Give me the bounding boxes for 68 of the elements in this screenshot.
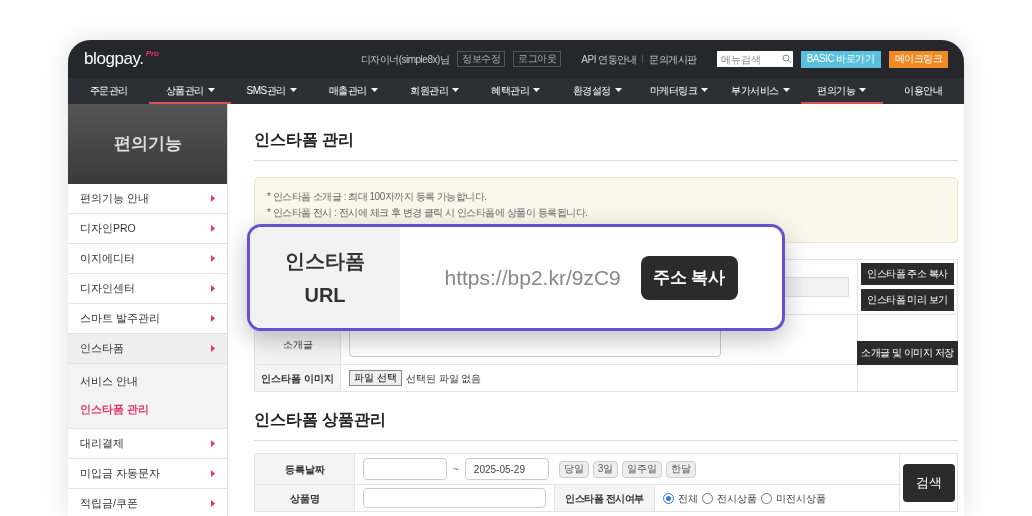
sidebar-item-label: 디자인센터 [80,280,135,296]
date-separator: ~ [453,462,459,477]
nav-tab[interactable]: 주문관리 [68,78,150,104]
sidebar-item-label: 스마트 발주관리 [80,310,160,326]
arrow-icon [211,195,215,202]
nav-tab[interactable]: 이용안내 [882,78,964,104]
sidebar-item-label: 미입금 자동문자 [80,465,160,481]
callout-label: URL [304,282,346,308]
sidebar-item-label: 적립금/쿠폰 [80,495,138,511]
nav-tab[interactable]: 혜택관리 [475,78,557,104]
nav-tab[interactable]: 매출관리 [312,78,394,104]
search-button[interactable]: 검색 [902,463,955,502]
arrow-icon [211,440,215,447]
range-button[interactable]: 3일 [592,460,619,478]
range-button[interactable]: 한달 [666,460,697,478]
submenu-item[interactable]: 서비스 안내 [68,368,227,396]
nav-tab[interactable]: 회원관리 [393,78,476,104]
nav-tab[interactable]: 부가서비스 [719,78,802,104]
sidebar-item-label: 인스타폼 [80,340,124,356]
arrow-icon [211,315,215,322]
logo-suffix: Pro [145,48,159,61]
sidebar-item[interactable]: 인스타폼 [68,334,227,364]
copy-address-button[interactable]: 주소 복사 [640,255,738,300]
submenu-item[interactable]: 인스타폼 관리 [68,396,227,424]
account-button[interactable]: 로그아웃 [513,51,562,67]
section-title: 인스타폼 관리 [254,130,356,150]
nav-tab[interactable]: SMS관리 [230,78,313,104]
radio-option[interactable]: 전체 [663,490,698,506]
notice-text: * 인스타폼 소개글 : 최대 100자까지 등록 가능합니다. [267,190,488,204]
url-text: https://bp2.kr/9zC9 [444,264,621,291]
sidebar-item-label: 편의기능 안내 [80,190,149,206]
range-button[interactable]: 당일 [558,460,589,478]
callout-label: 인스타폼 [285,248,365,274]
sidebar-item-label: 디자인PRO [80,220,136,236]
table-header-cell: 상품명 [255,485,355,511]
date-from-field[interactable] [363,458,447,480]
table-header-cell: 등록날짜 [255,454,355,484]
logo: blogpay. [84,48,144,71]
nav-tab[interactable]: 마케터링크 [638,78,720,104]
nav-tab[interactable]: 환경설정 [556,78,639,104]
file-status: 선택된 파일 없음 [405,371,482,386]
radio-option[interactable]: 미전시상품 [761,490,826,506]
account-button[interactable]: 정보수정 [457,51,506,67]
arrow-icon [211,500,215,507]
arrow-icon [211,255,215,262]
notice-text: * 인스타폼 전시 : 전시에 체크 후 변경 클릭 시 인스타폼에 상품이 등록됩니다. [267,206,589,220]
user-name: 디자이너(simple8x)님 [360,52,450,67]
table-header-cell: 인스타폼 전시여부 [555,485,655,511]
sidebar-item-label: 대리결제 [80,435,124,451]
side-button[interactable]: 인스타폼 미리 보기 [861,289,954,311]
save-button[interactable]: 소개글 및 이미지 저장 [857,341,958,365]
header-link[interactable]: 문의게시판 [649,51,697,67]
arrow-icon [211,470,215,477]
arrow-icon [211,225,215,232]
arrow-icon [211,345,215,352]
date-to-field[interactable]: 2025-05-29 [464,458,549,480]
sidebar-item-label: 이지에디터 [80,250,135,266]
header-link[interactable]: API 연동안내 [581,51,637,67]
product-name-field[interactable] [363,488,546,508]
arrow-icon [211,285,215,292]
radio-option[interactable]: 전시상품 [702,490,757,506]
file-select-button[interactable]: 파일 선택 [349,370,402,386]
table-header-cell: 인스타폼 이미지 [255,365,341,391]
range-button[interactable]: 일주일 [622,460,663,478]
sidebar-title: 편의기능 [113,133,182,156]
menu-search-field[interactable]: 메뉴검색 [716,51,781,67]
section-title: 인스타폼 상품관리 [254,410,388,430]
side-button[interactable]: 인스타폼 주소 복사 [861,263,954,285]
